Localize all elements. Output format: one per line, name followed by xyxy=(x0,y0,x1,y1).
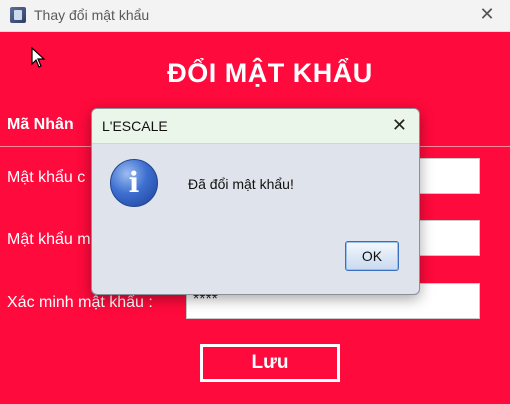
message-dialog: L'ESCALE ✕ i Đã đổi mật khẩu! OK xyxy=(91,108,420,295)
info-icon-glyph: i xyxy=(128,166,140,199)
mouse-cursor-icon xyxy=(31,47,46,68)
dialog-titlebar: L'ESCALE ✕ xyxy=(92,109,419,144)
app-icon xyxy=(10,7,26,23)
save-button[interactable]: Lưu xyxy=(200,344,340,382)
old-password-label: Mật khẩu c xyxy=(7,169,86,186)
confirm-password-label: Xác minh mật khẩu : xyxy=(7,294,153,311)
info-icon: i xyxy=(110,159,158,207)
new-password-label: Mật khẩu m xyxy=(7,231,91,248)
page-title: ĐỔI MẬT KHẨU xyxy=(167,58,373,88)
dialog-title: L'ESCALE xyxy=(102,118,168,134)
window-close-icon[interactable]: ✕ xyxy=(476,4,498,26)
dialog-close-icon[interactable]: ✕ xyxy=(392,115,407,137)
window-title: Thay đổi mật khẩu xyxy=(34,7,150,23)
ok-button[interactable]: OK xyxy=(345,241,399,271)
window-titlebar: Thay đổi mật khẩu ✕ xyxy=(0,0,510,32)
dialog-message: Đã đổi mật khẩu! xyxy=(188,176,294,192)
employee-id-label: Mã Nhân xyxy=(7,116,74,133)
